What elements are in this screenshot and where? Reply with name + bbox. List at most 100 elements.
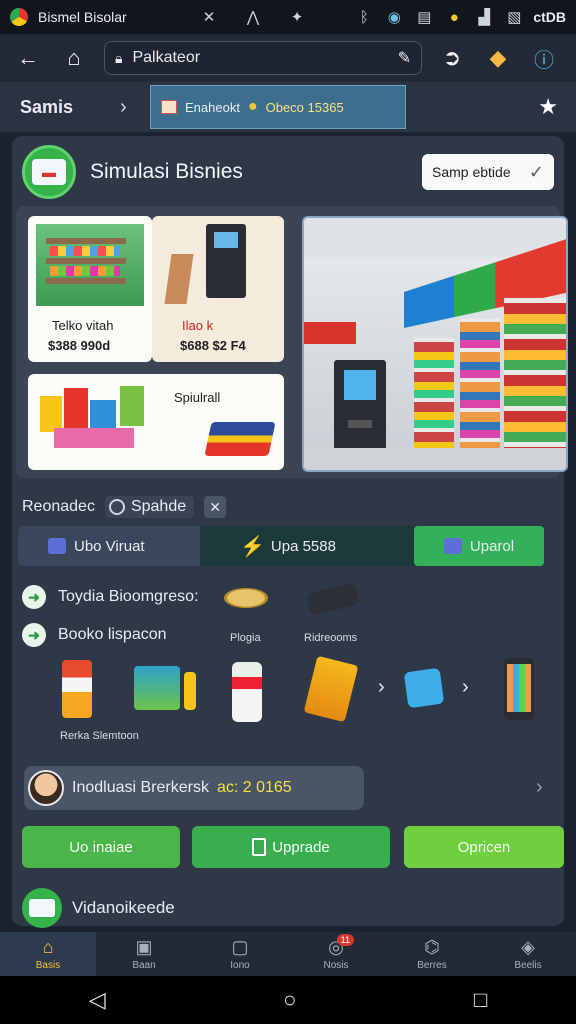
back-triangle-icon[interactable]: ◁	[89, 987, 106, 1013]
feature-item[interactable]: ➜ Booko lispacon	[22, 620, 167, 650]
product-card[interactable]: Telko vitah $388 990d	[28, 216, 152, 362]
coin-status-icon: ●	[449, 8, 459, 26]
nav-label: Nosis	[323, 960, 349, 971]
notification-icon: ✕	[202, 9, 216, 26]
app-header: ▬ Simulasi Bisnies Samp ebtide ✓	[22, 142, 554, 202]
arrow-right-icon: ➜	[22, 585, 46, 609]
button-label: Upprade	[272, 838, 330, 856]
tablet-icon: ▢	[231, 937, 249, 957]
product-card[interactable]: Spiulrall	[28, 374, 284, 470]
tv-icon	[48, 538, 66, 554]
promo-banner[interactable]: Inodluasi Brerkersk ac: 2 0165	[24, 766, 364, 810]
home-icon[interactable]: ⌂	[58, 42, 90, 74]
uo-inaiae-button[interactable]: Uo inaiae	[22, 826, 180, 868]
product-price: $388 990d	[48, 338, 111, 353]
device-icon	[306, 582, 360, 616]
cube-icon: ◈	[521, 937, 535, 957]
radio-icon	[108, 499, 125, 515]
tab-strip: Samis › Enaheokt ● Obeco 15365 ★	[0, 82, 576, 132]
kiosk-image	[206, 224, 246, 298]
phone-product[interactable]	[504, 658, 534, 720]
chips-product[interactable]	[303, 655, 359, 723]
nav-item-berres[interactable]: ⌬ Berres	[384, 932, 480, 976]
mode-select-value: Samp ebtide	[432, 164, 511, 180]
snack-box-product[interactable]	[134, 666, 180, 710]
active-tab[interactable]: Enaheokt ● Obeco 15365	[150, 85, 406, 129]
nav-label: Beelis	[514, 960, 542, 971]
segment-middle-label: Upa 5588	[270, 537, 336, 555]
chrome-icon	[10, 8, 28, 26]
product-gallery: Telko vitah $388 990d Ilao k $688 $2 F4	[16, 206, 568, 478]
feature-label: Booko lispacon	[58, 626, 167, 643]
main-panel: ▬ Simulasi Bisnies Samp ebtide ✓ Telko v…	[12, 136, 568, 928]
chevron-right-icon[interactable]: ›	[462, 676, 469, 699]
lightning-icon: ⚡	[240, 535, 265, 558]
bottle-product[interactable]	[184, 672, 196, 710]
opricen-button[interactable]: Opricen	[404, 826, 564, 868]
forward-icon[interactable]: ➲	[436, 42, 468, 74]
nav-label: Baan	[132, 960, 156, 971]
back-arrow-icon[interactable]: ←	[12, 42, 44, 74]
mode-select[interactable]: Samp ebtide ✓	[422, 154, 554, 190]
spahde-toggle[interactable]: Spahde	[104, 496, 195, 518]
segment-uparol-button[interactable]: Uparol	[414, 526, 544, 566]
settings-icon: ✦	[290, 9, 304, 26]
nav-item-baan[interactable]: ▣ Baan	[96, 932, 192, 976]
feature-item[interactable]: ➜ Toydia Bioomgreso:	[22, 582, 199, 612]
recents-square-icon[interactable]: □	[474, 987, 487, 1013]
document-icon	[252, 838, 267, 856]
tab-label[interactable]: Samis	[20, 97, 120, 118]
segment-upgrade-balance[interactable]: ⚡ Upa 5588	[200, 526, 414, 566]
product-row-caption: Rerka Slemtoon	[60, 730, 139, 742]
chevron-right-icon[interactable]: ›	[536, 776, 543, 799]
edit-icon[interactable]: ✎	[398, 48, 411, 68]
jar-product[interactable]	[232, 662, 262, 722]
extension-icon[interactable]: ◆	[482, 42, 514, 74]
star-icon[interactable]: ★	[538, 94, 558, 120]
info-icon[interactable]: ⓘ	[528, 42, 560, 74]
action-buttons: Uo inaiae Upprade Opricen	[22, 826, 564, 868]
next-section-header[interactable]: Vidanoikeede	[22, 888, 554, 928]
toggle-label: Spahde	[130, 498, 187, 515]
home-circle-icon[interactable]: ○	[283, 987, 296, 1013]
package-image	[204, 422, 276, 456]
system-navigation: ◁ ○ □	[0, 976, 576, 1024]
feature-label: Toydia Bioomgreso:	[58, 588, 199, 605]
promo-text: Inodluasi Brerkersk	[72, 779, 209, 796]
section-title: Vidanoikeede	[72, 898, 175, 917]
notification-badge: 11	[336, 934, 354, 946]
nav-item-beelis[interactable]: ◈ Beelis	[480, 932, 576, 976]
close-icon[interactable]: ✕	[204, 496, 227, 518]
check-icon: ✓	[528, 161, 544, 182]
signal-icon: ⋀	[246, 9, 260, 26]
cell-signal-icon: ▟	[478, 9, 491, 26]
product-card[interactable]: Ilao k $688 $2 F4	[152, 216, 284, 362]
app-logo: ▬	[22, 145, 76, 199]
browser-toolbar: ← ⌂ 🔒︎ Palkateor ✎ ➲ ◆ ⓘ	[0, 34, 576, 82]
can-product[interactable]	[62, 660, 92, 718]
url-bar[interactable]: 🔒︎ Palkateor ✎	[104, 41, 422, 75]
cube-product[interactable]	[403, 667, 445, 709]
shop-icon	[443, 538, 462, 554]
store-image[interactable]	[302, 216, 568, 472]
chevron-right-icon[interactable]: ›	[378, 676, 385, 699]
coin-icon: ●	[247, 98, 258, 115]
product-price: $688 $2 F4	[180, 338, 246, 353]
avatar	[28, 770, 64, 806]
nav-item-basis[interactable]: ⌂ Basis	[0, 932, 96, 976]
segment-left-label: Ubo Viruat	[74, 537, 145, 555]
accessory-label: Ridreooms	[304, 632, 358, 644]
coin-balance: Obeco 15365	[265, 99, 344, 115]
nav-item-nosis[interactable]: ◎ 11 Nosis	[288, 932, 384, 976]
section-logo	[22, 888, 62, 928]
recommendation-label: Reonadec	[22, 498, 95, 515]
app-screen: Bismel Bisolar ✕ ⋀ ✦ ᛒ ◉ ▤ ● ▟ ▧ ctDB ← …	[0, 0, 576, 1024]
segment-virtual[interactable]: Ubo Viruat	[18, 526, 200, 566]
nav-item-iono[interactable]: ▢ Iono	[192, 932, 288, 976]
wifi-icon: ▧	[507, 9, 522, 26]
upgrade-button[interactable]: Upprade	[192, 826, 390, 868]
chevron-right-icon[interactable]: ›	[120, 96, 150, 119]
home-icon: ⌂	[42, 937, 54, 957]
url-text: Palkateor	[132, 49, 201, 66]
nav-label: Iono	[230, 960, 250, 971]
